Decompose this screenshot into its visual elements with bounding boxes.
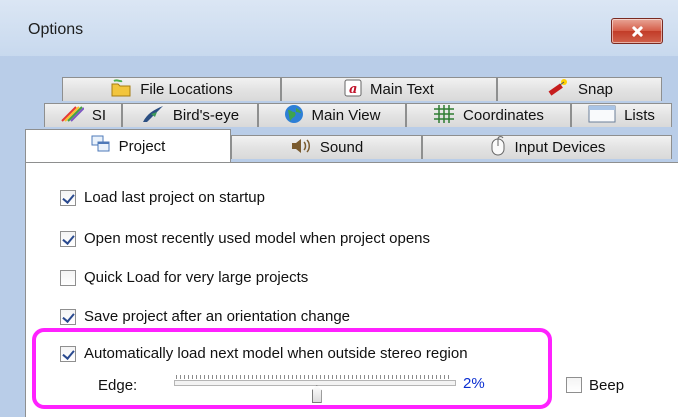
highlight-annotation: [32, 328, 552, 409]
rainbow-icon: [60, 105, 85, 127]
option-3-label: Quick Load for very large projects: [84, 269, 309, 286]
folder-icon: [110, 78, 132, 102]
option-4-checkbox[interactable]: [60, 309, 76, 325]
bird-icon: [141, 104, 165, 128]
tab-label: Main View: [311, 107, 381, 124]
option-1-checkbox[interactable]: [60, 190, 76, 206]
title-bar: Options: [0, 0, 678, 56]
tab-sound[interactable]: Sound: [231, 135, 422, 159]
tab-label: Bird's-eye: [172, 107, 240, 124]
tab-lists[interactable]: Lists: [571, 103, 672, 127]
tab-label: Lists: [624, 107, 655, 124]
tab-label: Main Text: [370, 81, 434, 98]
grid-icon: [433, 104, 455, 128]
option-4-label: Save project after an orientation change: [84, 308, 351, 325]
tab-label: Project: [118, 137, 166, 155]
tab-project[interactable]: Project: [25, 129, 231, 162]
tab-snap[interactable]: Snap: [497, 77, 662, 101]
beep-checkbox[interactable]: [566, 377, 582, 393]
tab-birds-eye[interactable]: Bird's-eye: [122, 103, 258, 127]
mouse-icon: [489, 135, 507, 160]
option-2-label: Open most recently used model when proje…: [84, 230, 431, 247]
close-button[interactable]: [611, 18, 663, 44]
tab-label: Input Devices: [514, 139, 606, 156]
tab-si[interactable]: SI: [44, 103, 122, 127]
tab-file-locations[interactable]: File Locations: [62, 77, 281, 101]
speaker-icon: [290, 137, 312, 159]
tab-input-devices[interactable]: Input Devices: [422, 135, 672, 159]
beep-label: Beep: [589, 377, 625, 394]
tab-label: File Locations: [140, 81, 233, 98]
project-windows-icon: [91, 135, 111, 157]
tab-main-text[interactable]: a Main Text: [281, 77, 497, 101]
option-1-label: Load last project on startup: [84, 189, 265, 206]
list-window-icon: [588, 105, 616, 127]
tab-label: Sound: [319, 139, 364, 156]
tab-label: Coordinates: [463, 107, 544, 124]
globe-icon: [284, 104, 304, 128]
option-2-checkbox[interactable]: [60, 231, 76, 247]
tab-main-view[interactable]: Main View: [258, 103, 406, 127]
tab-label: Snap: [577, 81, 614, 98]
tab-coordinates[interactable]: Coordinates: [406, 103, 571, 127]
dynamite-icon: [546, 78, 570, 102]
text-a-icon: a: [344, 79, 362, 101]
svg-text:a: a: [349, 82, 357, 97]
tab-label: SI: [91, 107, 107, 124]
window-title: Options: [28, 21, 84, 38]
option-3-checkbox[interactable]: [60, 270, 76, 286]
